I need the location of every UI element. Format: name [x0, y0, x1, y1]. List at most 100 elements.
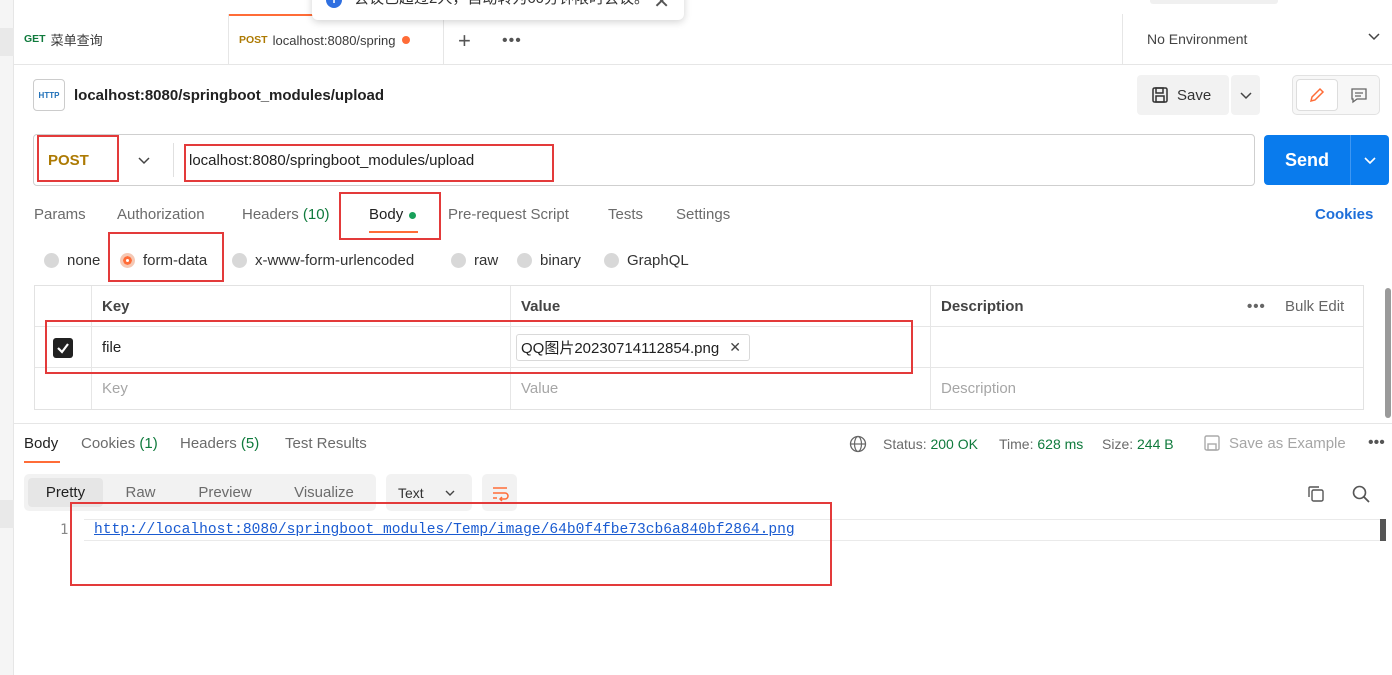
- send-button[interactable]: Send: [1264, 135, 1350, 185]
- response-scrollbar[interactable]: [1380, 519, 1386, 541]
- tab-body[interactable]: Body: [369, 206, 417, 223]
- radio-label: GraphQL: [627, 252, 689, 269]
- radio-label: x-www-form-urlencoded: [255, 252, 415, 269]
- cookies-link[interactable]: Cookies: [1315, 206, 1373, 223]
- active-tab-underline: [369, 231, 418, 233]
- radio-circle: [44, 253, 59, 268]
- save-label: Save: [1177, 86, 1212, 104]
- key-placeholder-field[interactable]: Key: [92, 368, 511, 409]
- file-name: QQ图片20230714112854.png: [521, 340, 720, 357]
- response-tab-cookies-label: Cookies: [81, 435, 136, 452]
- tab-label: localhost:8080/spring: [272, 32, 396, 48]
- tab-settings[interactable]: Settings: [676, 206, 730, 223]
- status-readout[interactable]: Status: 200 OK: [883, 436, 978, 452]
- method-select[interactable]: POST: [48, 152, 89, 169]
- size-label: Size:: [1102, 436, 1134, 452]
- radio-binary[interactable]: binary: [517, 252, 581, 269]
- headers-count: (10): [302, 206, 330, 223]
- url-input[interactable]: localhost:8080/springboot_modules/upload: [189, 152, 474, 169]
- response-headers-count: (5): [240, 435, 260, 452]
- view-visualize[interactable]: Visualize: [278, 478, 370, 507]
- description-field[interactable]: [931, 327, 1363, 368]
- size-readout[interactable]: Size: 244 B: [1102, 436, 1174, 452]
- radio-none[interactable]: none: [44, 252, 100, 269]
- pencil-icon: [1309, 87, 1325, 103]
- bulk-edit-button[interactable]: Bulk Edit: [1285, 298, 1344, 315]
- tab-tests[interactable]: Tests: [608, 206, 643, 223]
- more-tabs-ellipsis-icon[interactable]: •••: [502, 32, 522, 50]
- tab-headers[interactable]: Headers (10): [242, 206, 330, 223]
- response-divider[interactable]: [14, 423, 1392, 424]
- url-bar: POST localhost:8080/springboot_modules/u…: [33, 134, 1255, 186]
- remove-file-icon[interactable]: ✕: [729, 339, 741, 356]
- form-data-table: Key Value Description ••• Bulk Edit file…: [34, 285, 1364, 410]
- time-label: Time:: [999, 436, 1034, 452]
- description-placeholder-field[interactable]: Description: [931, 368, 1363, 409]
- header-value: Value: [511, 286, 931, 327]
- response-tab-cookies[interactable]: Cookies (1): [81, 435, 158, 452]
- more-options-ellipsis-icon[interactable]: •••: [1247, 298, 1266, 315]
- chevron-down-icon: [1239, 92, 1252, 100]
- status-label: Status:: [883, 436, 927, 452]
- key-field[interactable]: file: [92, 327, 511, 368]
- response-tab-headers[interactable]: Headers (5): [180, 435, 259, 452]
- request-scrollbar[interactable]: [1385, 288, 1391, 418]
- radio-circle: [604, 253, 619, 268]
- response-url-link[interactable]: http://localhost:8080/springboot_modules…: [94, 522, 795, 538]
- tab-params[interactable]: Params: [34, 206, 86, 223]
- documentation-mode-button[interactable]: [1340, 79, 1378, 111]
- toast-message: 会议已超过2人，自动转为60分钟限时会议。: [354, 0, 649, 8]
- status-value: 200 OK: [930, 436, 978, 452]
- radio-circle-selected: [120, 253, 135, 268]
- value-placeholder-field[interactable]: Value: [511, 368, 931, 409]
- http-request-icon: HTTP: [33, 79, 65, 111]
- wrap-lines-button[interactable]: [482, 474, 517, 511]
- new-tab-plus-icon[interactable]: +: [458, 28, 471, 54]
- value-field[interactable]: QQ图片20230714112854.png ✕: [511, 327, 931, 368]
- save-as-example-button[interactable]: Save as Example: [1203, 434, 1346, 452]
- meeting-notification-toast: i 会议已超过2人，自动转为60分钟限时会议。 ✕: [312, 0, 684, 20]
- close-icon[interactable]: ✕: [653, 0, 670, 14]
- request-title[interactable]: localhost:8080/springboot_modules/upload: [74, 87, 384, 104]
- view-raw[interactable]: Raw: [108, 478, 173, 507]
- active-tab-underline: [24, 461, 60, 463]
- globe-icon[interactable]: [849, 435, 867, 453]
- response-view-selector: Pretty Raw Preview Visualize: [24, 474, 376, 511]
- save-button[interactable]: Save: [1137, 75, 1229, 115]
- environment-selector[interactable]: No Environment: [1122, 14, 1392, 64]
- save-options-dropdown[interactable]: [1231, 75, 1260, 115]
- tab-menu-query[interactable]: GET 菜单查询: [14, 14, 229, 64]
- radio-urlencoded[interactable]: x-www-form-urlencoded: [232, 252, 414, 269]
- sidebar-marker: [0, 500, 14, 528]
- radio-graphql[interactable]: GraphQL: [604, 252, 689, 269]
- save-disk-icon: [1152, 87, 1168, 103]
- row-enabled-checkbox[interactable]: [53, 337, 73, 358]
- tab-authorization[interactable]: Authorization: [117, 206, 205, 223]
- response-tab-body[interactable]: Body: [24, 435, 58, 452]
- tab-pre-request-script[interactable]: Pre-request Script: [448, 206, 569, 223]
- row-checkbox-cell: [35, 327, 92, 368]
- radio-raw[interactable]: raw: [451, 252, 498, 269]
- size-value: 244 B: [1137, 436, 1174, 452]
- format-label: Text: [398, 484, 424, 501]
- copy-icon[interactable]: [1306, 484, 1326, 504]
- tab-upload[interactable]: POST localhost:8080/spring: [229, 14, 444, 64]
- chevron-down-icon: [445, 490, 455, 496]
- response-format-select[interactable]: Text: [386, 474, 472, 511]
- time-readout[interactable]: Time: 628 ms: [999, 436, 1083, 452]
- radio-label: none: [67, 252, 101, 269]
- send-options-dropdown[interactable]: [1350, 135, 1389, 185]
- row-checkbox-cell: [35, 368, 92, 409]
- edit-mode-button[interactable]: [1296, 79, 1338, 111]
- header-checkbox-cell: [35, 286, 92, 327]
- response-tab-test-results[interactable]: Test Results: [285, 435, 367, 452]
- radio-form-data[interactable]: form-data: [120, 252, 207, 269]
- chevron-down-icon[interactable]: [137, 153, 151, 167]
- header-description: Description ••• Bulk Edit: [931, 286, 1363, 327]
- search-icon[interactable]: [1351, 484, 1371, 504]
- view-pretty[interactable]: Pretty: [28, 478, 103, 507]
- response-more-ellipsis-icon[interactable]: •••: [1368, 434, 1385, 452]
- view-preview[interactable]: Preview: [178, 478, 272, 507]
- chevron-down-icon: [1368, 33, 1380, 41]
- response-body-editor[interactable]: 1 http://localhost:8080/springboot_modul…: [14, 518, 1392, 675]
